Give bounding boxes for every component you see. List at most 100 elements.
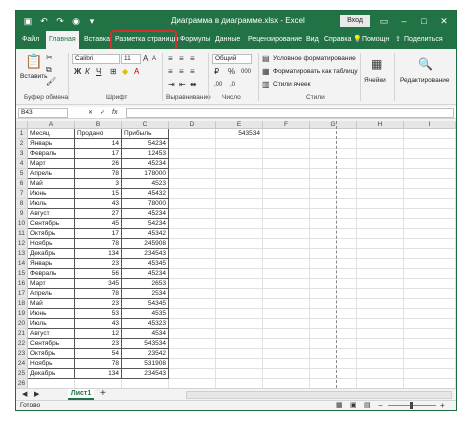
cell[interactable] [357, 379, 404, 388]
cell[interactable] [216, 259, 263, 269]
cell[interactable] [310, 139, 357, 149]
align-center-icon[interactable]: ≡ [179, 67, 184, 77]
cell[interactable] [357, 179, 404, 189]
cell[interactable] [216, 359, 263, 369]
conditional-formatting-icon[interactable]: ▤ [262, 54, 270, 64]
cell[interactable] [263, 169, 310, 179]
month-cell[interactable]: Октябрь [28, 229, 75, 239]
minimize-icon[interactable]: – [398, 15, 410, 27]
align-left-icon[interactable]: ≡ [168, 67, 173, 77]
fill-color-icon[interactable]: ◆ [122, 67, 128, 77]
cell[interactable] [216, 379, 263, 388]
sold-cell[interactable]: 56 [75, 269, 122, 279]
sold-cell[interactable]: 45 [75, 219, 122, 229]
month-cell[interactable]: Апрель [28, 289, 75, 299]
row-header[interactable]: 17 [16, 289, 28, 299]
profit-cell[interactable]: 4535 [122, 309, 169, 319]
lightbulb-icon[interactable]: 💡 [353, 31, 362, 49]
cell[interactable] [310, 359, 357, 369]
month-cell[interactable]: Июнь [28, 309, 75, 319]
profit-cell[interactable]: 45234 [122, 269, 169, 279]
month-cell[interactable]: Январь [28, 139, 75, 149]
cell[interactable] [357, 149, 404, 159]
month-cell[interactable]: Октябрь [28, 349, 75, 359]
cell[interactable] [216, 229, 263, 239]
cell[interactable] [263, 359, 310, 369]
month-cell[interactable]: Январь [28, 259, 75, 269]
row-header[interactable]: 9 [16, 209, 28, 219]
cell[interactable] [216, 369, 263, 379]
cell[interactable] [404, 159, 456, 169]
cell[interactable] [404, 219, 456, 229]
sold-cell[interactable]: 23 [75, 259, 122, 269]
sold-cell[interactable]: 12 [75, 329, 122, 339]
format-as-table-icon[interactable]: ▦ [262, 67, 270, 77]
month-cell[interactable]: Март [28, 279, 75, 289]
profit-cell[interactable]: 45345 [122, 259, 169, 269]
cell[interactable] [404, 229, 456, 239]
editing-button[interactable]: Редактирование [400, 77, 450, 84]
cell[interactable] [263, 129, 310, 139]
cell[interactable] [404, 339, 456, 349]
cell[interactable] [216, 269, 263, 279]
horizontal-scrollbar[interactable] [186, 391, 452, 399]
cell[interactable] [263, 319, 310, 329]
profit-cell[interactable]: 2653 [122, 279, 169, 289]
column-header-h[interactable]: H [357, 121, 404, 129]
cell[interactable] [310, 169, 357, 179]
profit-cell[interactable]: 234543 [122, 249, 169, 259]
align-middle-icon[interactable]: ≡ [179, 54, 184, 64]
cell[interactable] [122, 379, 169, 388]
cell[interactable] [263, 269, 310, 279]
sold-cell[interactable]: 43 [75, 199, 122, 209]
month-cell[interactable]: Апрель [28, 169, 75, 179]
month-cell[interactable]: Июль [28, 319, 75, 329]
select-all-corner[interactable] [16, 121, 28, 129]
add-sheet-button[interactable]: + [100, 389, 106, 399]
cell[interactable] [216, 279, 263, 289]
cell[interactable] [263, 139, 310, 149]
cell[interactable] [263, 229, 310, 239]
format-as-table-button[interactable]: Форматировать как таблицу [273, 68, 358, 75]
font-name-box[interactable]: Calibri [72, 54, 120, 64]
month-cell[interactable]: Ноябрь [28, 239, 75, 249]
cell[interactable] [310, 219, 357, 229]
cell[interactable] [404, 309, 456, 319]
cells-icon[interactable]: ▦ [371, 57, 382, 71]
cell[interactable] [357, 269, 404, 279]
ribbon-options-icon[interactable]: ▭ [378, 15, 390, 27]
redo-icon[interactable]: ↷ [54, 15, 66, 27]
cell[interactable] [404, 179, 456, 189]
row-header[interactable]: 2 [16, 139, 28, 149]
format-painter-icon[interactable]: 🖌 [46, 77, 56, 87]
row-header[interactable]: 14 [16, 259, 28, 269]
undo-icon[interactable]: ↶ [38, 15, 50, 27]
sold-cell[interactable]: 14 [75, 139, 122, 149]
cell[interactable] [263, 149, 310, 159]
tab-review[interactable]: Рецензирование [248, 31, 302, 49]
cell[interactable] [310, 279, 357, 289]
cell[interactable] [404, 129, 456, 139]
row-header[interactable]: 11 [16, 229, 28, 239]
sold-cell[interactable]: 26 [75, 159, 122, 169]
month-cell[interactable]: Июнь [28, 189, 75, 199]
cell[interactable] [216, 189, 263, 199]
tab-file[interactable]: Файл [22, 31, 39, 49]
cell[interactable] [169, 249, 216, 259]
sold-cell[interactable]: 345 [75, 279, 122, 289]
sold-cell[interactable]: 17 [75, 229, 122, 239]
row-header[interactable]: 8 [16, 199, 28, 209]
borders-icon[interactable]: ⊞ [110, 67, 117, 77]
row-header[interactable]: 5 [16, 169, 28, 179]
cell[interactable] [263, 179, 310, 189]
cell[interactable] [263, 279, 310, 289]
cell[interactable] [169, 279, 216, 289]
cell[interactable] [216, 299, 263, 309]
cell[interactable] [404, 239, 456, 249]
cell[interactable] [404, 349, 456, 359]
profit-cell[interactable]: 45234 [122, 209, 169, 219]
align-bottom-icon[interactable]: ≡ [190, 54, 195, 64]
cell[interactable] [404, 369, 456, 379]
cell[interactable] [404, 329, 456, 339]
row-header[interactable]: 23 [16, 349, 28, 359]
